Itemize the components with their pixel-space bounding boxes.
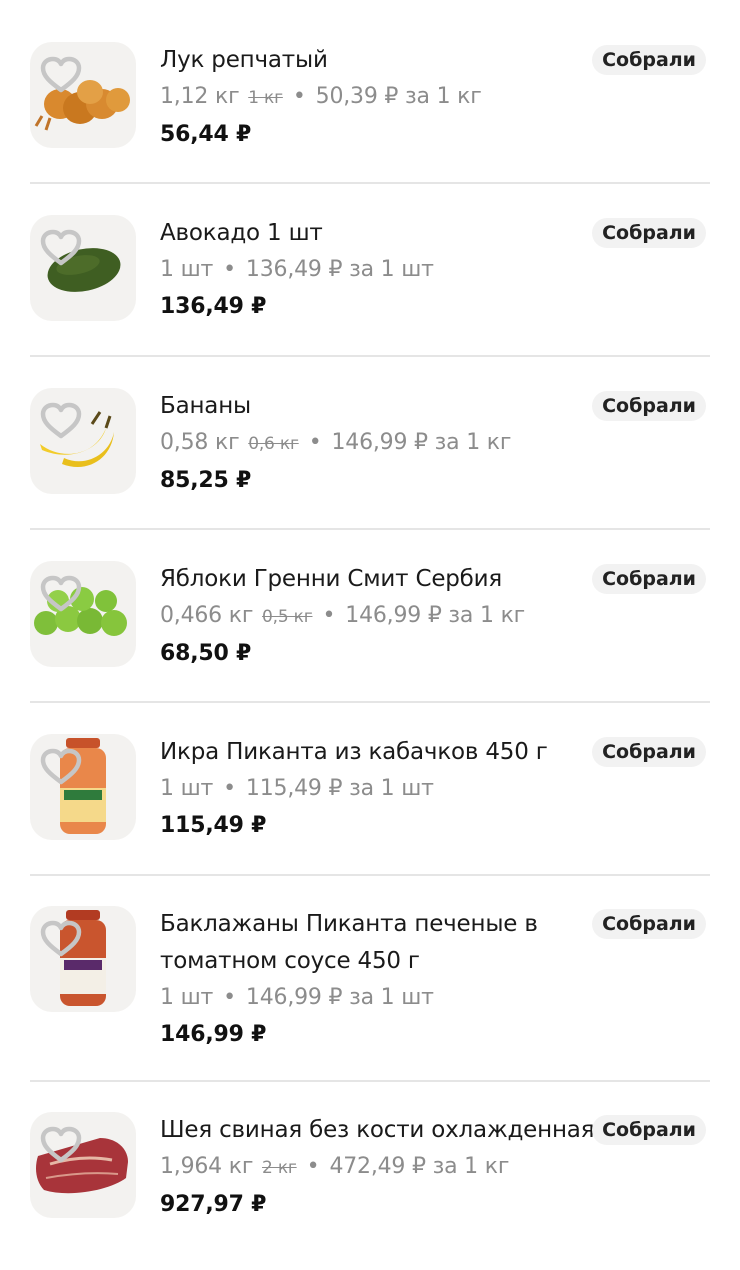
item-total: 146,99 ₽ [160, 1022, 267, 1047]
item-total: 927,97 ₽ [160, 1192, 267, 1217]
item-unit-price: 50,39 ₽ за 1 кг [315, 84, 482, 109]
order-items-list: Лук репчатый 1,12 кг 1 кг • 50,39 ₽ за 1 к… [0, 0, 740, 1270]
item-unit-price: 146,99 ₽ за 1 шт [245, 985, 434, 1010]
item-total: 56,44 ₽ [160, 122, 252, 147]
item-name: Лук репчатый [160, 47, 328, 73]
item-info: Лук репчатый 1,12 кг 1 кг • 50,39 ₽ за 1 к… [160, 42, 600, 154]
status-badge: Собрали [592, 1115, 706, 1145]
status-badge: Собрали [592, 45, 706, 75]
item-total: 68,50 ₽ [160, 641, 252, 666]
item-qty: 1 шт [160, 776, 214, 801]
item-info: Бананы 0,58 кг 0,6 кг • 146,99 ₽ за 1 кг 8… [160, 388, 600, 500]
item-old-qty: 0,5 кг [262, 607, 313, 627]
status-badge: Собрали [592, 218, 706, 248]
item-name: Икра Пиканта из кабачков 450 г [160, 739, 548, 765]
item-name: Яблоки Гренни Смит Сербия [160, 566, 503, 592]
item-old-qty: 1 кг [248, 88, 283, 108]
heart-outline-icon[interactable] [40, 56, 82, 94]
heart-outline-icon[interactable] [40, 402, 82, 440]
item-name-line-1: Баклажаны Пиканта печеные в [160, 911, 538, 937]
separator-dot: • [223, 257, 236, 282]
list-item[interactable]: Авокадо 1 шт 1 шт • 136,49 ₽ за 1 шт 136,4… [30, 215, 710, 357]
item-old-qty: 2 кг [262, 1158, 297, 1178]
item-quantity-row: 1,964 кг 2 кг • 472,49 ₽ за 1 кг [160, 1149, 600, 1186]
product-image[interactable] [30, 1112, 136, 1218]
heart-outline-icon[interactable] [40, 1126, 82, 1164]
item-qty: 1 шт [160, 985, 214, 1010]
separator-dot: • [223, 776, 236, 801]
status-badge: Собрали [592, 564, 706, 594]
list-item[interactable]: Баклажаны Пиканта печеные в томатном соу… [30, 906, 710, 1082]
separator-dot: • [292, 84, 306, 109]
item-total: 115,49 ₽ [160, 813, 267, 838]
item-quantity-row: 1 шт • 115,49 ₽ за 1 шт [160, 771, 600, 807]
item-name: Авокадо 1 шт [160, 220, 323, 246]
item-qty: 1,12 кг [160, 84, 240, 109]
product-image[interactable] [30, 906, 136, 1012]
heart-outline-icon[interactable] [40, 229, 82, 267]
heart-outline-icon[interactable] [40, 748, 82, 786]
status-badge: Собрали [592, 391, 706, 421]
item-name-line-2: томатном соусе 450 г [160, 948, 420, 974]
list-item[interactable]: Лук репчатый 1,12 кг 1 кг • 50,39 ₽ за 1 к… [30, 42, 710, 184]
item-quantity-row: 1,12 кг 1 кг • 50,39 ₽ за 1 кг [160, 79, 600, 116]
item-qty: 1,964 кг [160, 1154, 254, 1179]
item-total: 136,49 ₽ [160, 294, 267, 319]
status-badge: Собрали [592, 909, 706, 939]
item-info: Авокадо 1 шт 1 шт • 136,49 ₽ за 1 шт 136,4… [160, 215, 600, 326]
item-info: Баклажаны Пиканта печеные в томатном соу… [160, 906, 600, 1054]
item-unit-price: 146,99 ₽ за 1 кг [331, 430, 512, 455]
separator-dot: • [308, 430, 322, 455]
item-unit-price: 136,49 ₽ за 1 шт [245, 257, 434, 282]
item-total: 85,25 ₽ [160, 468, 252, 493]
separator-dot: • [306, 1154, 320, 1179]
product-image[interactable] [30, 388, 136, 494]
item-info: Яблоки Гренни Смит Сербия 0,466 кг 0,5 к… [160, 561, 600, 673]
item-quantity-row: 0,466 кг 0,5 кг • 146,99 ₽ за 1 кг [160, 598, 600, 635]
product-image[interactable] [30, 734, 136, 840]
item-quantity-row: 1 шт • 136,49 ₽ за 1 шт [160, 252, 600, 288]
list-item[interactable]: Икра Пиканта из кабачков 450 г 1 шт • 115,… [30, 734, 710, 876]
status-badge: Собрали [592, 737, 706, 767]
separator-dot: • [223, 985, 236, 1010]
product-image[interactable] [30, 215, 136, 321]
heart-outline-icon[interactable] [40, 575, 82, 613]
product-image[interactable] [30, 42, 136, 148]
heart-outline-icon[interactable] [40, 920, 82, 958]
list-item[interactable]: Бананы 0,58 кг 0,6 кг • 146,99 ₽ за 1 кг 8… [30, 388, 710, 530]
item-quantity-row: 0,58 кг 0,6 кг • 146,99 ₽ за 1 кг [160, 425, 600, 462]
item-unit-price: 146,99 ₽ за 1 кг [345, 603, 526, 628]
item-quantity-row: 1 шт • 146,99 ₽ за 1 шт [160, 980, 600, 1016]
item-qty: 0,58 кг [160, 430, 240, 455]
item-old-qty: 0,6 кг [248, 434, 299, 454]
item-info: Шея свиная без кости охлажденная 1,964 к… [160, 1112, 600, 1224]
item-unit-price: 472,49 ₽ за 1 кг [329, 1154, 510, 1179]
item-qty: 0,466 кг [160, 603, 254, 628]
list-item[interactable]: Шея свиная без кости охлажденная 1,964 к… [30, 1112, 710, 1254]
item-unit-price: 115,49 ₽ за 1 шт [245, 776, 434, 801]
product-image[interactable] [30, 561, 136, 667]
item-name: Бананы [160, 393, 252, 419]
item-name: Шея свиная без кости охлажденная [160, 1117, 595, 1143]
list-item[interactable]: Яблоки Гренни Смит Сербия 0,466 кг 0,5 к… [30, 561, 710, 703]
separator-dot: • [322, 603, 336, 628]
item-info: Икра Пиканта из кабачков 450 г 1 шт • 115,… [160, 734, 600, 845]
item-qty: 1 шт [160, 257, 214, 282]
